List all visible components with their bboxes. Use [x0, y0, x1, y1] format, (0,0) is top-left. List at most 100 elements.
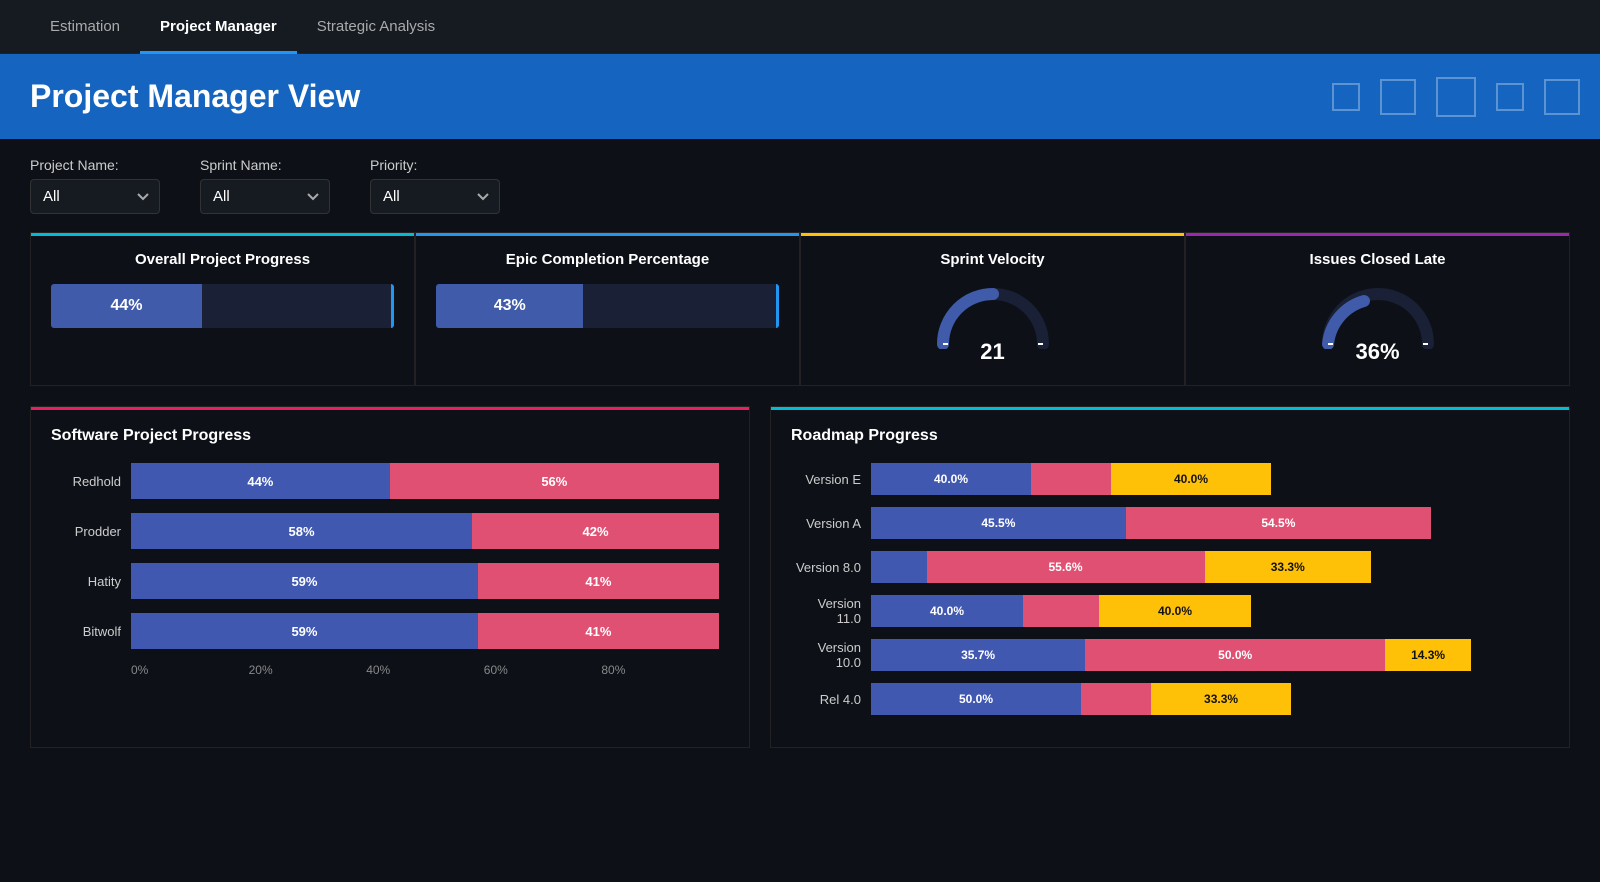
- charts-row: Software Project Progress Redhold 44% 56…: [0, 386, 1600, 768]
- page-title: Project Manager View: [30, 78, 1570, 115]
- kpi-bar-border: [391, 284, 394, 328]
- project-name-label: Project Name:: [30, 157, 160, 173]
- rm-blue-version-e: 40.0%: [871, 463, 1031, 495]
- rm-label-version-e: Version E: [791, 472, 871, 487]
- spp-pink-redhold: 56%: [390, 463, 719, 499]
- kpi-epic-completion-title: Epic Completion Percentage: [436, 251, 779, 268]
- rm-pink-version-a: 54.5%: [1126, 507, 1431, 539]
- spp-label-redhold: Redhold: [61, 474, 131, 489]
- spp-bar-bitwolf: 59% 41%: [131, 613, 719, 649]
- spp-axis-60: 60%: [484, 663, 602, 677]
- kpi-overall-progress-fill: 44%: [51, 284, 202, 328]
- kpi-issues-closed-late-title: Issues Closed Late: [1206, 251, 1549, 268]
- rm-label-version-10: Version 10.0: [791, 640, 871, 670]
- spp-bar-prodder: 58% 42%: [131, 513, 719, 549]
- spp-pink-prodder: 42%: [472, 513, 719, 549]
- spp-label-prodder: Prodder: [61, 524, 131, 539]
- spp-label-hatity: Hatity: [61, 574, 131, 589]
- spp-axis-0: 0%: [131, 663, 249, 677]
- rm-blue-version-10: 35.7%: [871, 639, 1085, 671]
- project-name-filter: Project Name: All: [30, 157, 160, 214]
- rm-label-version-8: Version 8.0: [791, 560, 871, 575]
- rm-row-version-8: Version 8.0 55.6% 33.3%: [791, 551, 1549, 583]
- tab-strategic-analysis[interactable]: Strategic Analysis: [297, 0, 455, 54]
- tab-project-manager[interactable]: Project Manager: [140, 0, 297, 54]
- kpi-epic-completion-fill: 43%: [436, 284, 583, 328]
- rm-row-version-e: Version E 40.0% 40.0%: [791, 463, 1549, 495]
- spp-axis: 0% 20% 40% 60% 80%: [131, 663, 719, 677]
- kpi-issues-closed-late-gauge: 36%: [1206, 284, 1549, 365]
- spp-axis-80: 80%: [601, 663, 719, 677]
- priority-select[interactable]: All: [370, 179, 500, 214]
- rm-label-rel-40: Rel 4.0: [791, 692, 871, 707]
- spp-blue-redhold: 44%: [131, 463, 390, 499]
- spp-row-bitwolf: Bitwolf 59% 41%: [61, 613, 719, 649]
- roadmap-progress-card: Roadmap Progress Version E 40.0% 40.0% V…: [770, 406, 1570, 748]
- spp-pink-bitwolf: 41%: [478, 613, 719, 649]
- rm-pink-version-e: [1031, 463, 1111, 495]
- kpi-issues-closed-late-value: 36%: [1355, 339, 1399, 365]
- software-project-progress-card: Software Project Progress Redhold 44% 56…: [30, 406, 750, 748]
- rm-row-version-a: Version A 45.5% 54.5%: [791, 507, 1549, 539]
- spp-bar-hatity: 59% 41%: [131, 563, 719, 599]
- rm-row-version-10: Version 10.0 35.7% 50.0% 14.3%: [791, 639, 1549, 671]
- rm-yellow-version-8: 33.3%: [1205, 551, 1372, 583]
- rm-bar-version-11: 40.0% 40.0%: [871, 595, 1251, 627]
- kpi-sprint-velocity-value: 21: [980, 339, 1004, 365]
- rm-yellow-version-11: 40.0%: [1099, 595, 1251, 627]
- spp-row-redhold: Redhold 44% 56%: [61, 463, 719, 499]
- rm-yellow-rel-40: 33.3%: [1151, 683, 1291, 715]
- roadmap-progress-title: Roadmap Progress: [791, 427, 1549, 445]
- kpi-overall-progress-title: Overall Project Progress: [51, 251, 394, 268]
- rm-bar-version-10: 35.7% 50.0% 14.3%: [871, 639, 1471, 671]
- rm-bar-version-8: 55.6% 33.3%: [871, 551, 1371, 583]
- rm-pink-version-8: 55.6%: [927, 551, 1205, 583]
- rm-blue-version-11: 40.0%: [871, 595, 1023, 627]
- kpi-epic-completion-value: 43%: [494, 297, 526, 315]
- rm-bar-rel-40: 50.0% 33.3%: [871, 683, 1291, 715]
- spp-pink-hatity: 41%: [478, 563, 719, 599]
- roadmap-chart: Version E 40.0% 40.0% Version A 45.5% 54…: [791, 463, 1549, 715]
- rm-bar-version-a: 45.5% 54.5%: [871, 507, 1431, 539]
- kpi-epic-bar-border: [776, 284, 779, 328]
- kpi-epic-completion: Epic Completion Percentage 43%: [415, 232, 800, 386]
- spp-row-hatity: Hatity 59% 41%: [61, 563, 719, 599]
- spp-axis-40: 40%: [366, 663, 484, 677]
- sprint-name-filter: Sprint Name: All: [200, 157, 330, 214]
- software-project-progress-title: Software Project Progress: [51, 427, 729, 445]
- sprint-name-label: Sprint Name:: [200, 157, 330, 173]
- priority-label: Priority:: [370, 157, 500, 173]
- sprint-name-select[interactable]: All: [200, 179, 330, 214]
- kpi-sprint-velocity-title: Sprint Velocity: [821, 251, 1164, 268]
- rm-label-version-11: Version 11.0: [791, 596, 871, 626]
- rm-pink-rel-40: [1081, 683, 1151, 715]
- spp-blue-bitwolf: 59%: [131, 613, 478, 649]
- rm-yellow-version-10: 14.3%: [1385, 639, 1471, 671]
- rm-bar-version-e: 40.0% 40.0%: [871, 463, 1271, 495]
- spp-label-bitwolf: Bitwolf: [61, 624, 131, 639]
- project-name-select[interactable]: All: [30, 179, 160, 214]
- rm-pink-version-11: [1023, 595, 1099, 627]
- kpi-issues-closed-late: Issues Closed Late 36%: [1185, 232, 1570, 386]
- rm-blue-version-8: [871, 551, 927, 583]
- kpi-overall-progress-value: 44%: [110, 297, 142, 315]
- rm-label-version-a: Version A: [791, 516, 871, 531]
- header-banner: Project Manager View: [0, 54, 1600, 139]
- kpi-overall-progress: Overall Project Progress 44%: [30, 232, 415, 386]
- rm-blue-version-a: 45.5%: [871, 507, 1126, 539]
- rm-blue-rel-40: 50.0%: [871, 683, 1081, 715]
- priority-filter: Priority: All: [370, 157, 500, 214]
- spp-axis-20: 20%: [249, 663, 367, 677]
- kpi-overall-progress-bar: 44%: [51, 284, 394, 328]
- rm-row-version-11: Version 11.0 40.0% 40.0%: [791, 595, 1549, 627]
- tab-bar: Estimation Project Manager Strategic Ana…: [0, 0, 1600, 54]
- spp-bar-redhold: 44% 56%: [131, 463, 719, 499]
- kpi-sprint-velocity-gauge: 21: [821, 284, 1164, 365]
- spp-row-prodder: Prodder 58% 42%: [61, 513, 719, 549]
- kpi-sprint-velocity: Sprint Velocity 21: [800, 232, 1185, 386]
- rm-yellow-version-e: 40.0%: [1111, 463, 1271, 495]
- rm-row-rel-40: Rel 4.0 50.0% 33.3%: [791, 683, 1549, 715]
- filters-section: Project Name: All Sprint Name: All Prior…: [0, 139, 1600, 232]
- spp-blue-hatity: 59%: [131, 563, 478, 599]
- tab-estimation[interactable]: Estimation: [30, 0, 140, 54]
